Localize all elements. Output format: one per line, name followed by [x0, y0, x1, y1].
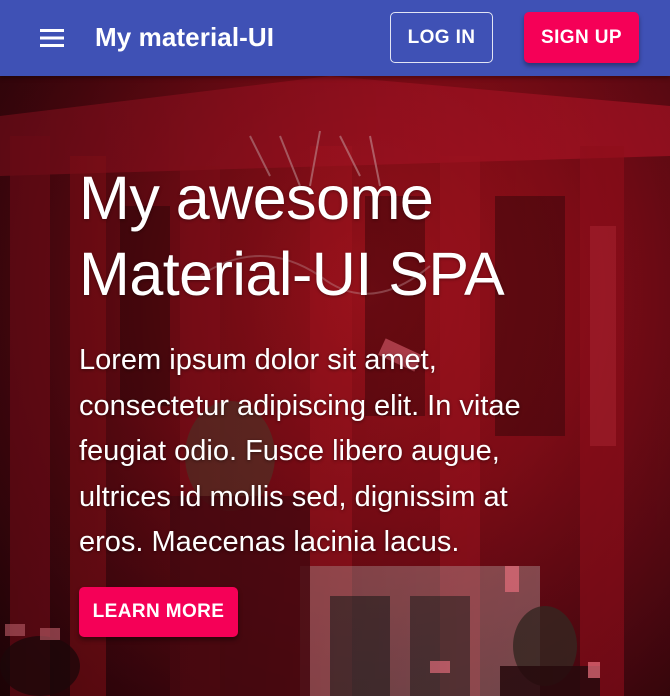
signup-button[interactable]: SIGN UP — [524, 12, 639, 63]
learn-more-button[interactable]: LEARN MORE — [79, 587, 238, 637]
hero-description-line: feugiat odio. Fusce libero augue, — [79, 435, 500, 467]
hero-description-line: eros. Maecenas lacinia lacus. — [79, 526, 460, 558]
app-bar: My material-UI LOG IN SIGN UP — [0, 0, 670, 76]
hero-description-line: Lorem ipsum dolor sit amet, — [79, 344, 437, 376]
hero-title: My awesome Material-UI SPA — [79, 160, 599, 312]
hero-description: Lorem ipsum dolor sit amet, consectetur … — [79, 338, 599, 566]
hamburger-menu-icon — [39, 28, 65, 48]
hero-title-line: Material-UI SPA — [79, 240, 505, 308]
hero-description-line: ultrices id mollis sed, dignissim at — [79, 480, 508, 513]
login-button[interactable]: LOG IN — [390, 12, 493, 63]
menu-button[interactable] — [30, 18, 74, 58]
hero-title-line: My awesome — [79, 164, 434, 232]
app-title: My material-UI — [95, 22, 275, 52]
hero-description-line: consectetur adipiscing elit. In vitae — [79, 389, 521, 422]
app-root: My material-UI LOG IN SIGN UP My awesome… — [0, 0, 670, 696]
